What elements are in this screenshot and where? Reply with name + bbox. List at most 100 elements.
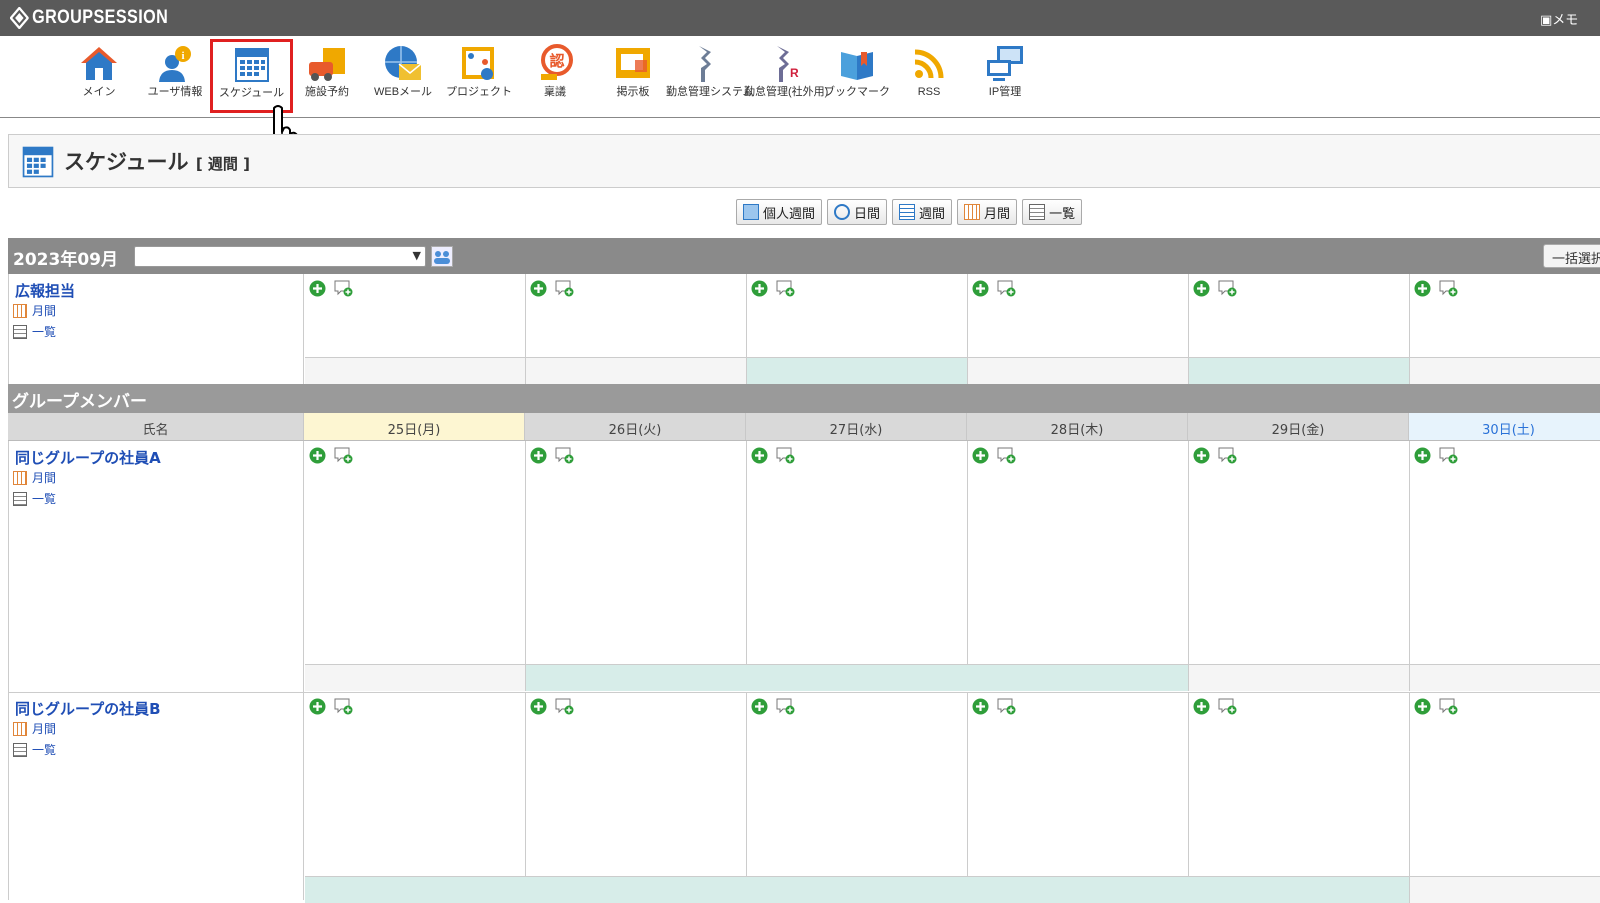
app-board[interactable]: 掲示板: [594, 44, 672, 98]
memo-button[interactable]: ▣メモ: [1540, 9, 1600, 28]
group-list-link[interactable]: 一覧: [13, 323, 56, 340]
comment-add-icon[interactable]: [776, 698, 795, 719]
app-webmail[interactable]: WEBメール: [364, 44, 442, 98]
add-schedule-icon[interactable]: [1414, 280, 1431, 301]
webmail-icon: [383, 44, 423, 84]
view-personal-week-button[interactable]: 個人週間: [736, 199, 823, 225]
day-cell[interactable]: [1189, 692, 1410, 876]
month-icon: [13, 721, 27, 736]
app-rss[interactable]: RSS: [890, 44, 968, 98]
view-list-button[interactable]: 一覧: [1022, 199, 1083, 225]
day-cell[interactable]: [305, 274, 526, 357]
add-schedule-icon[interactable]: [751, 447, 768, 468]
day-cell[interactable]: [1189, 274, 1410, 357]
day-cell[interactable]: [968, 441, 1189, 664]
day-cell[interactable]: [305, 692, 526, 876]
comment-add-icon[interactable]: [1218, 447, 1237, 468]
group-members-icon[interactable]: [431, 246, 453, 267]
home-icon: [79, 44, 119, 84]
comment-add-icon[interactable]: [1439, 280, 1458, 301]
add-schedule-icon[interactable]: [1193, 698, 1210, 719]
day-header[interactable]: 28日(木): [967, 413, 1188, 440]
day-cell[interactable]: [305, 441, 526, 664]
add-schedule-icon[interactable]: [1193, 447, 1210, 468]
group-month-link[interactable]: 月間: [13, 302, 56, 319]
comment-add-icon[interactable]: [997, 280, 1016, 301]
app-attendance-external[interactable]: R 勤怠管理(社外用): [744, 44, 828, 98]
group-select[interactable]: ▼: [134, 246, 426, 267]
comment-add-icon[interactable]: [1218, 280, 1237, 301]
attendance-icon: [685, 44, 725, 84]
day-header[interactable]: 25日(月): [304, 413, 525, 440]
group-name[interactable]: 広報担当: [15, 280, 75, 301]
comment-add-icon[interactable]: [334, 447, 353, 468]
add-schedule-icon[interactable]: [751, 698, 768, 719]
member-name[interactable]: 同じグループの社員A: [15, 447, 161, 468]
add-schedule-icon[interactable]: [1414, 698, 1431, 719]
day-cell[interactable]: [747, 274, 968, 357]
day-header[interactable]: 27日(水): [746, 413, 967, 440]
month-icon: [964, 204, 981, 220]
day-cell[interactable]: [968, 274, 1189, 357]
view-month-button[interactable]: 月間: [957, 199, 1018, 225]
day-cell[interactable]: [526, 692, 747, 876]
comment-add-icon[interactable]: [776, 280, 795, 301]
member-month-link[interactable]: 月間: [13, 469, 56, 486]
app-schedule[interactable]: スケジュール: [210, 39, 293, 113]
day-cell[interactable]: [1410, 274, 1600, 357]
view-day-button[interactable]: 日間: [827, 199, 888, 225]
day-header[interactable]: 29日(金): [1188, 413, 1409, 440]
member-list-link[interactable]: 一覧: [13, 490, 56, 507]
app-ip-management[interactable]: IP管理: [966, 44, 1044, 98]
comment-add-icon[interactable]: [1218, 698, 1237, 719]
user-info-icon: i: [155, 44, 195, 84]
add-schedule-icon[interactable]: [972, 447, 989, 468]
comment-add-icon[interactable]: [555, 698, 574, 719]
member-list-link[interactable]: 一覧: [13, 741, 56, 758]
comment-add-icon[interactable]: [997, 447, 1016, 468]
comment-add-icon[interactable]: [555, 280, 574, 301]
member-month-link[interactable]: 月間: [13, 720, 56, 737]
app-facility[interactable]: 施設予約: [288, 44, 366, 98]
add-schedule-icon[interactable]: [1193, 280, 1210, 301]
member-name[interactable]: 同じグループの社員B: [15, 698, 161, 719]
comment-add-icon[interactable]: [334, 280, 353, 301]
day-cell[interactable]: [747, 692, 968, 876]
comment-add-icon[interactable]: [776, 447, 795, 468]
add-schedule-icon[interactable]: [530, 698, 547, 719]
day-cell[interactable]: [1189, 441, 1410, 664]
view-week-button[interactable]: 週間: [892, 199, 953, 225]
day-header[interactable]: 30日(土): [1409, 413, 1600, 440]
add-schedule-icon[interactable]: [309, 280, 326, 301]
app-bookmark[interactable]: ブックマーク: [818, 44, 896, 98]
app-attendance[interactable]: 勤怠管理システム: [666, 44, 754, 98]
comment-add-icon[interactable]: [1439, 698, 1458, 719]
comment-add-icon[interactable]: [997, 698, 1016, 719]
app-project[interactable]: プロジェクト: [440, 44, 518, 98]
bulk-select-button[interactable]: 一括選択: [1543, 244, 1600, 268]
day-cell[interactable]: [526, 441, 747, 664]
add-schedule-icon[interactable]: [530, 280, 547, 301]
day-cell[interactable]: [1410, 441, 1600, 664]
app-main[interactable]: メイン: [60, 44, 138, 98]
app-user-info[interactable]: i ユーザ情報: [136, 44, 214, 98]
comment-add-icon[interactable]: [334, 698, 353, 719]
day-cell[interactable]: [968, 692, 1189, 876]
add-schedule-icon[interactable]: [1414, 447, 1431, 468]
row-footer: [305, 876, 1600, 903]
day-header[interactable]: 26日(火): [525, 413, 746, 440]
day-cell[interactable]: [747, 441, 968, 664]
comment-add-icon[interactable]: [555, 447, 574, 468]
member-row: 同じグループの社員B 月間 一覧: [8, 692, 1600, 903]
app-approval[interactable]: 認 稟議: [516, 44, 594, 98]
add-schedule-icon[interactable]: [972, 280, 989, 301]
groupsession-logo[interactable]: GROUPSESSION: [10, 7, 168, 29]
add-schedule-icon[interactable]: [309, 698, 326, 719]
day-cell[interactable]: [1410, 692, 1600, 876]
day-cell[interactable]: [526, 274, 747, 357]
add-schedule-icon[interactable]: [972, 698, 989, 719]
add-schedule-icon[interactable]: [530, 447, 547, 468]
comment-add-icon[interactable]: [1439, 447, 1458, 468]
add-schedule-icon[interactable]: [309, 447, 326, 468]
add-schedule-icon[interactable]: [751, 280, 768, 301]
